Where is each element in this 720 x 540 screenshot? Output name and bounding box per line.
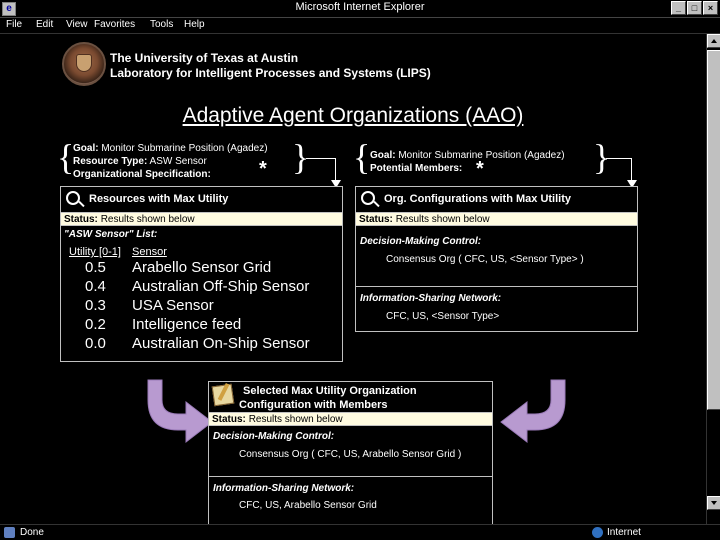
window-title: Microsoft Internet Explorer — [295, 1, 425, 13]
config-isn-label: Information-Sharing Network: — [360, 293, 502, 304]
globe-icon — [592, 527, 603, 538]
menu-help[interactable]: Help — [184, 19, 205, 30]
page-content: The University of Texas at Austin Labora… — [0, 34, 706, 524]
config-isn-section: Information-Sharing Network: CFC, US, <S… — [356, 287, 637, 331]
scroll-thumb[interactable] — [707, 50, 720, 410]
left-star: * — [259, 158, 267, 180]
security-zone: Internet — [607, 527, 641, 538]
magnifier-icon — [361, 191, 375, 205]
right-brace: { — [353, 137, 371, 177]
config-panel: Org. Configurations with Max Utility Sta… — [355, 186, 638, 332]
left-goal-block: Goal: Monitor Submarine Position (Agadez… — [73, 143, 268, 180]
lab-name: Laboratory for Intelligent Processes and… — [110, 66, 431, 80]
col-utility-header: Utility [0-1] — [69, 246, 121, 258]
config-dmc-label: Decision-Making Control: — [360, 236, 482, 247]
utility-table: "ASW Sensor" List: Utility [0-1] Sensor … — [64, 229, 310, 352]
menu-favorites[interactable]: Favorites — [94, 19, 135, 30]
close-button[interactable]: × — [703, 1, 718, 15]
right-curved-arrow — [500, 379, 566, 444]
status-text: Done — [20, 527, 44, 538]
menu-tools[interactable]: Tools — [150, 19, 173, 30]
page-title: Adaptive Agent Organizations (AAO) — [182, 104, 524, 127]
selected-isn-label: Information-Sharing Network: — [213, 483, 355, 494]
col-sensor-header: Sensor — [132, 246, 167, 258]
resources-panel: Resources with Max Utility Status: Resul… — [60, 186, 343, 362]
status-bar: Done Internet — [0, 524, 720, 540]
page-icon — [4, 527, 15, 538]
arrow-down-icon — [711, 501, 717, 505]
selected-panel-header: Selected Max Utility Organization Config… — [209, 382, 492, 413]
resources-panel-title: Resources with Max Utility — [89, 193, 229, 205]
right-star: * — [476, 158, 484, 180]
menu-file[interactable]: File — [6, 19, 22, 30]
config-panel-header: Org. Configurations with Max Utility — [356, 187, 637, 213]
selected-dmc-section: Decision-Making Control: Consensus Org (… — [209, 426, 492, 476]
list-title: "ASW Sensor" List: — [64, 229, 158, 240]
arrow-up-icon — [711, 39, 717, 43]
selected-isn-section: Information-Sharing Network: CFC, US, Ar… — [209, 477, 492, 524]
right-goal-block: Goal: Monitor Submarine Position (Agadez… — [370, 150, 565, 174]
vertical-scrollbar[interactable] — [706, 34, 720, 524]
document-pencil-icon — [211, 383, 235, 407]
selected-dmc-label: Decision-Making Control: — [213, 431, 335, 442]
menu-view[interactable]: View — [66, 19, 88, 30]
menu-bar: File Edit View Favorites Tools Help — [0, 18, 720, 34]
selected-config-panel: Selected Max Utility Organization Config… — [208, 381, 493, 524]
config-panel-title: Org. Configurations with Max Utility — [384, 193, 571, 205]
scroll-up-button[interactable] — [707, 34, 720, 48]
ut-seal-logo — [62, 42, 106, 86]
selected-title-line1: Selected Max Utility Organization — [243, 385, 417, 397]
window-controls: _ □ × — [671, 1, 718, 15]
maximize-button[interactable]: □ — [687, 1, 702, 15]
minimize-button[interactable]: _ — [671, 1, 686, 15]
title-bar: e Microsoft Internet Explorer _ □ × — [0, 0, 720, 18]
selected-dmc-value: Consensus Org ( CFC, US, Arabello Sensor… — [239, 449, 462, 460]
left-brace: { — [57, 137, 75, 177]
resources-panel-header: Resources with Max Utility — [61, 187, 342, 213]
config-isn-value: CFC, US, <Sensor Type> — [386, 311, 500, 322]
scroll-down-button[interactable] — [707, 496, 720, 510]
selected-title-line2: Configuration with Members — [239, 399, 388, 411]
selected-status: Status: Results shown below — [209, 413, 492, 426]
config-dmc-section: Decision-Making Control: Consensus Org (… — [356, 226, 637, 286]
magnifier-icon — [66, 191, 80, 205]
selected-isn-value: CFC, US, Arabello Sensor Grid — [239, 500, 377, 511]
university-name: The University of Texas at Austin — [110, 51, 299, 65]
config-status: Status: Results shown below — [356, 213, 637, 226]
config-dmc-value: Consensus Org ( CFC, US, <Sensor Type> ) — [386, 254, 584, 265]
resources-status: Status: Results shown below — [61, 213, 342, 226]
menu-edit[interactable]: Edit — [36, 19, 53, 30]
